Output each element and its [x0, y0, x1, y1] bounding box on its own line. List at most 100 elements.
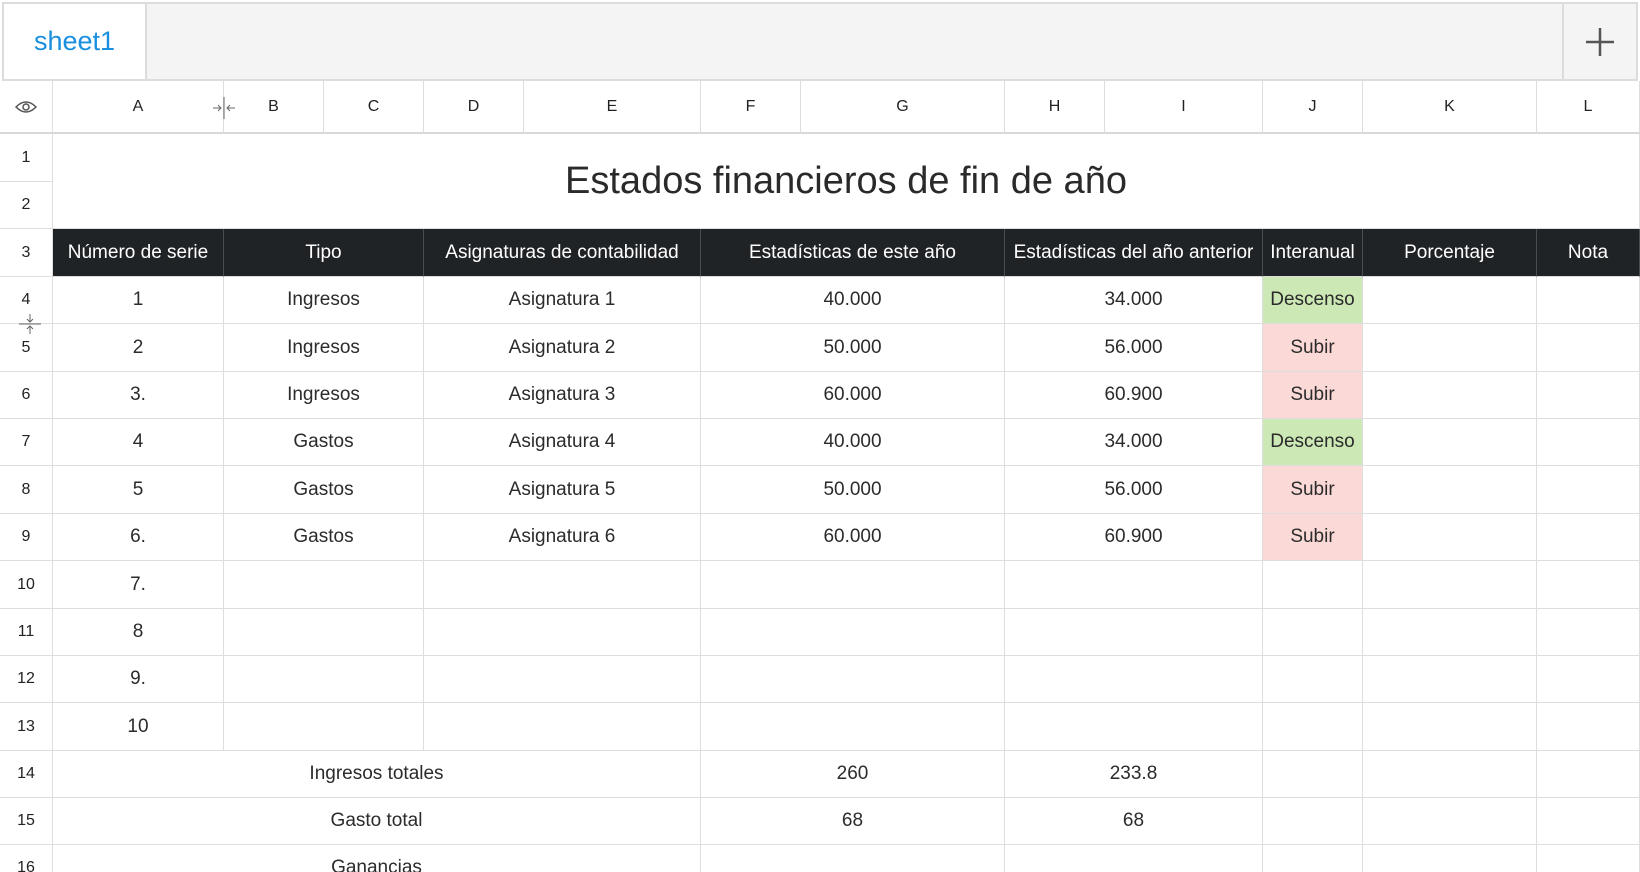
- cell-this-year[interactable]: 40.000: [701, 419, 1005, 466]
- toggle-visibility-button[interactable]: [0, 81, 53, 133]
- row-header-14[interactable]: 14: [0, 751, 53, 798]
- total-expense-last-year[interactable]: 68: [1005, 798, 1263, 845]
- cell-type[interactable]: [224, 561, 424, 609]
- cell-serial[interactable]: 8: [53, 609, 224, 656]
- cell-yoy[interactable]: [1263, 703, 1363, 751]
- cell-subject[interactable]: [424, 609, 701, 656]
- cell-percentage[interactable]: [1363, 703, 1537, 751]
- cell-note[interactable]: [1537, 419, 1640, 466]
- row-header-12[interactable]: 12: [0, 656, 53, 703]
- row-header-13[interactable]: 13: [0, 703, 53, 751]
- cell-subject[interactable]: [424, 656, 701, 703]
- cell-percentage[interactable]: [1363, 419, 1537, 466]
- profit-label[interactable]: Ganancias: [53, 845, 701, 872]
- cell-subject[interactable]: Asignatura 1: [424, 277, 701, 324]
- cell-type[interactable]: Gastos: [224, 466, 424, 514]
- column-header-l[interactable]: L: [1537, 81, 1640, 133]
- cell-percentage[interactable]: [1363, 751, 1537, 798]
- cell-yoy[interactable]: Descenso: [1263, 277, 1363, 324]
- cell-yoy[interactable]: Subir: [1263, 466, 1363, 514]
- cell-percentage[interactable]: [1363, 466, 1537, 514]
- cell-percentage[interactable]: [1363, 324, 1537, 372]
- add-sheet-button[interactable]: [1562, 4, 1636, 79]
- row-resize-icon[interactable]: [19, 313, 41, 335]
- cell-last-year[interactable]: 60.900: [1005, 514, 1263, 561]
- header-accounting-subjects[interactable]: Asignaturas de contabilidad: [424, 229, 701, 277]
- cell-serial[interactable]: 2: [53, 324, 224, 372]
- cell-subject[interactable]: Asignatura 3: [424, 372, 701, 419]
- cell-serial[interactable]: 3.: [53, 372, 224, 419]
- cell-percentage[interactable]: [1363, 609, 1537, 656]
- cell-this-year[interactable]: [701, 609, 1005, 656]
- cell-note[interactable]: [1537, 656, 1640, 703]
- cell-type[interactable]: Ingresos: [224, 372, 424, 419]
- total-expense-label[interactable]: Gasto total: [53, 798, 701, 845]
- row-header-15[interactable]: 15: [0, 798, 53, 845]
- cell-percentage[interactable]: [1363, 514, 1537, 561]
- cell-note[interactable]: [1537, 609, 1640, 656]
- header-percentage[interactable]: Porcentaje: [1363, 229, 1537, 277]
- cell-last-year[interactable]: 56.000: [1005, 466, 1263, 514]
- cell-subject[interactable]: [424, 561, 701, 609]
- cell-type[interactable]: [224, 703, 424, 751]
- cell-last-year[interactable]: [1005, 656, 1263, 703]
- total-income-this-year[interactable]: 260: [701, 751, 1005, 798]
- cell-serial[interactable]: 6.: [53, 514, 224, 561]
- header-last-year[interactable]: Estadísticas del año anterior: [1005, 229, 1263, 277]
- cell-yoy[interactable]: [1263, 845, 1363, 872]
- column-header-d[interactable]: D: [424, 81, 524, 133]
- cell-last-year[interactable]: [1005, 561, 1263, 609]
- cell-note[interactable]: [1537, 466, 1640, 514]
- row-header-7[interactable]: 7: [0, 419, 53, 466]
- cell-last-year[interactable]: [1005, 609, 1263, 656]
- cell-note[interactable]: [1537, 703, 1640, 751]
- cell-note[interactable]: [1537, 324, 1640, 372]
- cell-type[interactable]: [224, 656, 424, 703]
- cell-last-year[interactable]: [1005, 703, 1263, 751]
- header-type[interactable]: Tipo: [224, 229, 424, 277]
- cell-this-year[interactable]: [701, 656, 1005, 703]
- cell-this-year[interactable]: 40.000: [701, 277, 1005, 324]
- cell-percentage[interactable]: [1363, 798, 1537, 845]
- column-header-i[interactable]: I: [1105, 81, 1263, 133]
- cell-this-year[interactable]: [701, 561, 1005, 609]
- total-income-label[interactable]: Ingresos totales: [53, 751, 701, 798]
- column-header-f[interactable]: F: [701, 81, 801, 133]
- column-header-k[interactable]: K: [1363, 81, 1537, 133]
- cell-subject[interactable]: Asignatura 2: [424, 324, 701, 372]
- cell-subject[interactable]: [424, 703, 701, 751]
- row-header-1[interactable]: 1: [0, 134, 53, 182]
- cell-serial[interactable]: 10: [53, 703, 224, 751]
- tab-sheet1[interactable]: sheet1: [4, 4, 147, 79]
- cell-subject[interactable]: Asignatura 6: [424, 514, 701, 561]
- cell-type[interactable]: [224, 609, 424, 656]
- row-header-8[interactable]: 8: [0, 466, 53, 514]
- cell-yoy[interactable]: [1263, 561, 1363, 609]
- cell-yoy[interactable]: [1263, 751, 1363, 798]
- cell-percentage[interactable]: [1363, 656, 1537, 703]
- total-expense-this-year[interactable]: 68: [701, 798, 1005, 845]
- cell-yoy[interactable]: Subir: [1263, 324, 1363, 372]
- cell-yoy[interactable]: [1263, 656, 1363, 703]
- cell-last-year[interactable]: 56.000: [1005, 324, 1263, 372]
- cell-this-year[interactable]: 50.000: [701, 466, 1005, 514]
- cell-percentage[interactable]: [1363, 845, 1537, 872]
- cell-this-year[interactable]: 50.000: [701, 324, 1005, 372]
- row-header-6[interactable]: 6: [0, 372, 53, 419]
- row-header-11[interactable]: 11: [0, 609, 53, 656]
- row-header-10[interactable]: 10: [0, 561, 53, 609]
- row-header-9[interactable]: 9: [0, 514, 53, 561]
- cell-this-year[interactable]: [701, 703, 1005, 751]
- row-header-2[interactable]: 2: [0, 182, 53, 229]
- column-header-a[interactable]: A: [53, 81, 224, 133]
- cell-serial[interactable]: 1: [53, 277, 224, 324]
- cell-yoy[interactable]: Subir: [1263, 514, 1363, 561]
- sheet-title-cell[interactable]: Estados financieros de fin de año: [53, 134, 1640, 229]
- cell-note[interactable]: [1537, 798, 1640, 845]
- cell-yoy[interactable]: [1263, 798, 1363, 845]
- row-header-16[interactable]: 16: [0, 845, 53, 872]
- cell-serial[interactable]: 9.: [53, 656, 224, 703]
- cell-type[interactable]: Gastos: [224, 514, 424, 561]
- profit-this-year[interactable]: [701, 845, 1005, 872]
- cell-serial[interactable]: 7.: [53, 561, 224, 609]
